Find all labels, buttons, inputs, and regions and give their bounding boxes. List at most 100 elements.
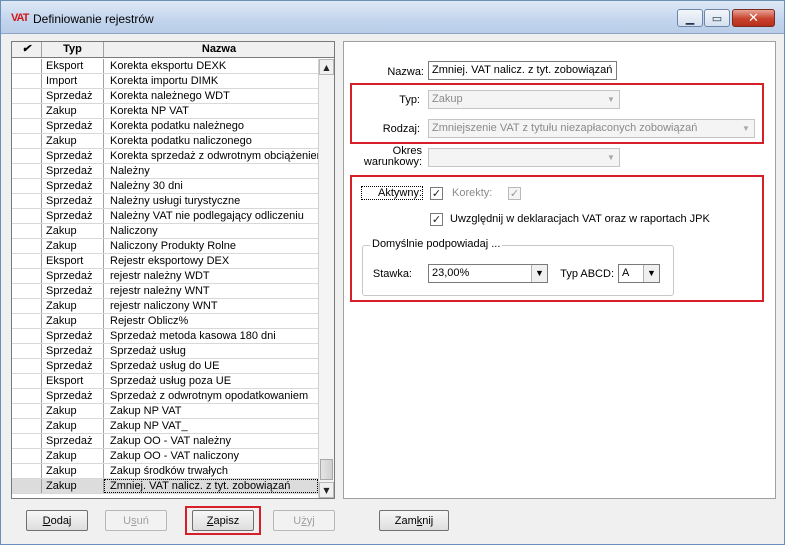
table-row[interactable]: Sprzedaż Należny usługi turystyczne [12, 194, 318, 209]
usun-button[interactable]: Us uń [105, 510, 167, 531]
typ-abcd-select[interactable]: A ▼ [618, 264, 660, 283]
nazwa-field[interactable]: Zmniej. VAT nalicz. z tyt. zobowiązań [428, 61, 617, 80]
scroll-up-icon[interactable]: ▲ [319, 59, 334, 75]
table-row[interactable]: Zakup Zmniej. VAT nalicz. z tyt. zobowiąz… [12, 479, 318, 494]
row-check-cell[interactable] [12, 179, 42, 193]
row-check-cell[interactable] [12, 389, 42, 403]
row-check-cell[interactable] [12, 239, 42, 253]
grid-scrollbar[interactable]: ▲ ▼ [318, 59, 334, 498]
uwzglednij-label: Uwzględnij w deklaracjach VAT oraz w rap… [450, 213, 710, 225]
row-typ-cell: Sprzedaż [42, 284, 104, 298]
row-check-cell[interactable] [12, 284, 42, 298]
table-row[interactable]: Sprzedaż Sprzedaż usług [12, 344, 318, 359]
chevron-down-icon: ▼ [531, 265, 547, 282]
row-check-cell[interactable] [12, 344, 42, 358]
typ-select[interactable]: Zakup ▼ [428, 90, 620, 109]
rodzaj-select[interactable]: Zmniejszenie VAT z tytułu niezapłaconych… [428, 119, 755, 138]
table-row[interactable]: Sprzedaż Zakup OO - VAT należny [12, 434, 318, 449]
okres-select[interactable]: ▼ [428, 148, 620, 167]
row-nazwa-cell: Zakup NP VAT_ [110, 420, 188, 432]
table-row[interactable]: Sprzedaż Korekta sprzedaż z odwrotnym obc… [12, 149, 318, 164]
row-check-cell[interactable] [12, 479, 42, 493]
row-check-cell[interactable] [12, 224, 42, 238]
table-row[interactable]: Eksport Sprzedaż usług poza UE [12, 374, 318, 389]
row-nazwa-cell: Korekta podatku należnego [110, 120, 244, 132]
table-row[interactable]: Sprzedaż rejestr należny WDT [12, 269, 318, 284]
column-header-typ[interactable]: Typ [42, 42, 104, 57]
row-check-cell[interactable] [12, 434, 42, 448]
details-panel: Nazwa: Zmniej. VAT nalicz. z tyt. zobowi… [343, 41, 776, 499]
table-row[interactable]: Zakup rejestr naliczony WNT [12, 299, 318, 314]
okres-label-line2: warunkowy: [363, 156, 422, 168]
row-check-cell[interactable] [12, 254, 42, 268]
table-row[interactable]: Sprzedaż Sprzedaż usług do UE [12, 359, 318, 374]
table-row[interactable]: Sprzedaż Należny VAT nie podlegający odli… [12, 209, 318, 224]
table-row[interactable]: Sprzedaż Korekta podatku należnego [12, 119, 318, 134]
zapisz-button[interactable]: Zapisz [192, 510, 254, 531]
table-row[interactable]: Zakup Naliczony [12, 224, 318, 239]
row-check-cell[interactable] [12, 164, 42, 178]
row-check-cell[interactable] [12, 359, 42, 373]
row-check-cell[interactable] [12, 299, 42, 313]
row-check-cell[interactable] [12, 449, 42, 463]
dodaj-button[interactable]: Dodaj [26, 510, 88, 531]
row-check-cell[interactable] [12, 74, 42, 88]
column-header-nazwa[interactable]: Nazwa [104, 42, 334, 57]
close-button[interactable]: ✕ [732, 9, 775, 27]
row-check-cell[interactable] [12, 119, 42, 133]
table-row[interactable]: Zakup Rejestr Oblicz% [12, 314, 318, 329]
table-row[interactable]: Zakup Zakup OO - VAT naliczony [12, 449, 318, 464]
row-check-cell[interactable] [12, 104, 42, 118]
row-check-cell[interactable] [12, 404, 42, 418]
table-row[interactable]: Zakup Korekta NP VAT [12, 104, 318, 119]
row-check-cell[interactable] [12, 329, 42, 343]
table-row[interactable]: Zakup Naliczony Produkty Rolne [12, 239, 318, 254]
table-row[interactable]: Eksport Rejestr eksportowy DEX [12, 254, 318, 269]
table-row[interactable]: Sprzedaż Należny [12, 164, 318, 179]
row-check-cell[interactable] [12, 149, 42, 163]
stawka-select[interactable]: 23,00% ▼ [428, 264, 548, 283]
usun-label: uń [136, 514, 149, 527]
checkmark-icon[interactable]: ✔ [12, 42, 42, 57]
row-check-cell[interactable] [12, 314, 42, 328]
zamknij-label: nij [422, 514, 434, 527]
scroll-down-icon[interactable]: ▼ [319, 482, 334, 498]
maximize-button[interactable]: ▭ [704, 9, 730, 27]
aktywny-checkbox[interactable]: ✓ [430, 187, 443, 200]
zapisz-label: apisz [213, 514, 240, 527]
table-row[interactable]: Sprzedaż Należny 30 dni [12, 179, 318, 194]
row-typ-cell: Eksport [42, 59, 104, 73]
row-check-cell[interactable] [12, 59, 42, 73]
table-row[interactable]: Eksport Korekta eksportu DEXK [12, 59, 318, 74]
uwzglednij-checkbox[interactable]: ✓ [430, 213, 443, 226]
row-check-cell[interactable] [12, 209, 42, 223]
title-bar[interactable]: VAT Definiowanie rejestrów ▁ ▭ ✕ [1, 1, 784, 34]
row-check-cell[interactable] [12, 269, 42, 283]
table-row[interactable]: Sprzedaż Sprzedaż z odwrotnym opodatkowan… [12, 389, 318, 404]
row-check-cell[interactable] [12, 374, 42, 388]
minimize-button[interactable]: ▁ [677, 9, 703, 27]
row-check-cell[interactable] [12, 194, 42, 208]
registers-grid[interactable]: ✔ Typ Nazwa Eksport Korekta eksportu DEXK… [11, 41, 335, 499]
row-nazwa-cell: Należny VAT nie podlegający odliczeniu [110, 210, 304, 222]
row-check-cell[interactable] [12, 89, 42, 103]
table-row[interactable]: Zakup Zakup NP VAT_ [12, 419, 318, 434]
window: VAT Definiowanie rejestrów ▁ ▭ ✕ ✔ Typ N… [0, 0, 785, 545]
row-check-cell[interactable] [12, 419, 42, 433]
zamknij-button[interactable]: Zam k nij [379, 510, 449, 531]
table-row[interactable]: Sprzedaż rejestr należny WNT [12, 284, 318, 299]
table-row[interactable]: Sprzedaż Sprzedaż metoda kasowa 180 dni [12, 329, 318, 344]
row-check-cell[interactable] [12, 134, 42, 148]
table-row[interactable]: Sprzedaż Korekta należnego WDT [12, 89, 318, 104]
korekty-label: Korekty: [452, 187, 493, 199]
stawka-label: Stawka: [372, 268, 412, 280]
table-row[interactable]: Zakup Zakup środków trwałych [12, 464, 318, 479]
row-check-cell[interactable] [12, 464, 42, 478]
table-row[interactable]: Import Korekta importu DIMK [12, 74, 318, 89]
korekty-checkbox[interactable]: ✓ [508, 187, 521, 200]
table-row[interactable]: Zakup Korekta podatku naliczonego [12, 134, 318, 149]
row-typ-cell: Sprzedaż [42, 179, 104, 193]
uzyj-button[interactable]: Uż yj [273, 510, 335, 531]
table-row[interactable]: Zakup Zakup NP VAT [12, 404, 318, 419]
scroll-thumb[interactable] [320, 459, 333, 480]
